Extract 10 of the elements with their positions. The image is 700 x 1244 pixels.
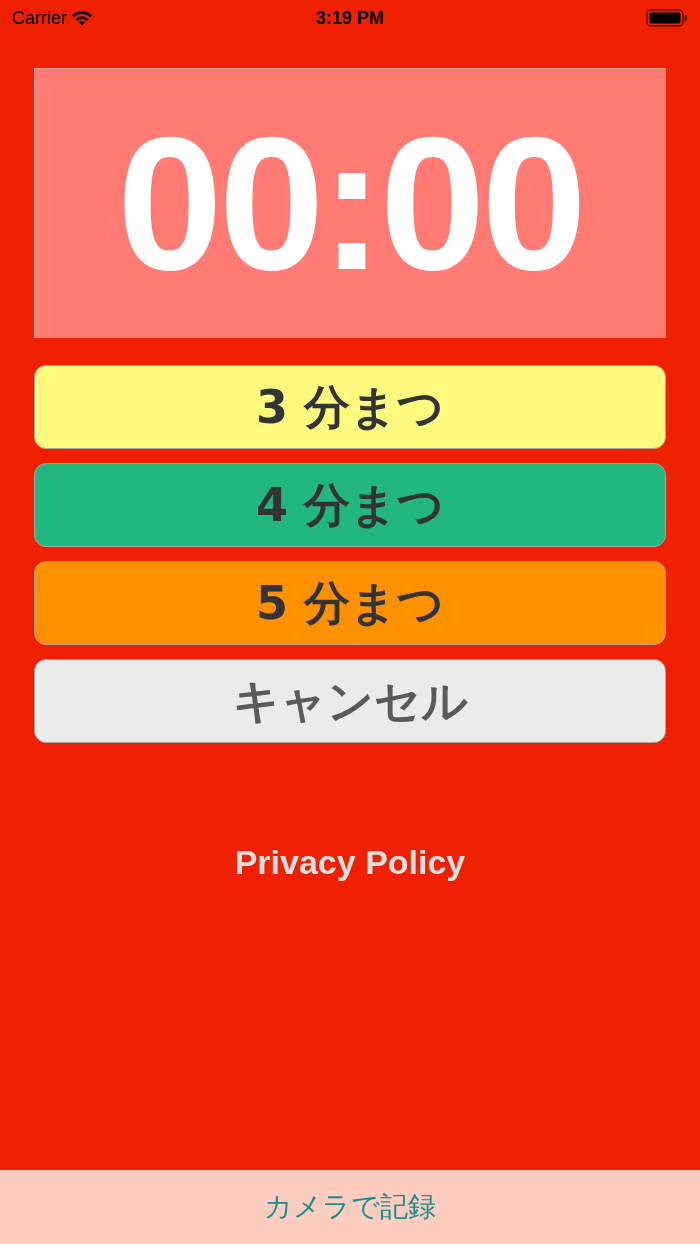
carrier-label: Carrier	[12, 6, 67, 30]
timer-display: 00:00	[34, 68, 666, 338]
timer-button[interactable]: 5 分まつ	[34, 561, 666, 645]
battery-icon	[646, 8, 688, 28]
cancel-button[interactable]: キャンセル	[34, 659, 666, 743]
clock-label: 3:19 PM	[316, 6, 384, 30]
timer-button[interactable]: 4 分まつ	[34, 463, 666, 547]
timer-button[interactable]: 3 分まつ	[34, 365, 666, 449]
privacy-policy-link[interactable]: Privacy Policy	[234, 837, 466, 888]
wifi-icon	[71, 10, 93, 26]
